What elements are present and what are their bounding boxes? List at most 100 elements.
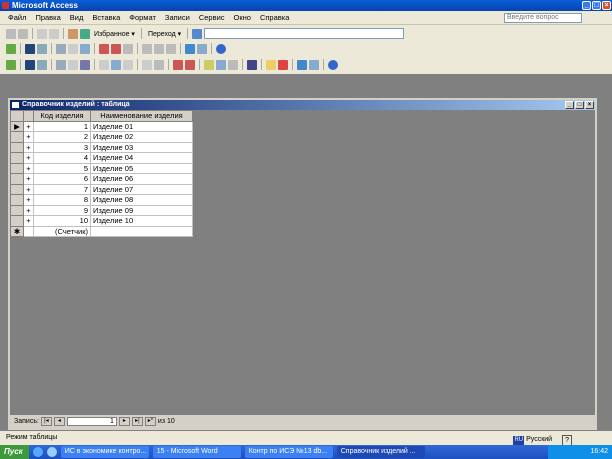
menu-tools[interactable]: Сервис [199,13,225,22]
database-window-icon[interactable] [185,43,195,54]
new-record-row[interactable]: ✱ (Счетчик) [10,225,193,237]
filter-by-selection-icon[interactable] [204,59,214,70]
maximize-button[interactable]: □ [592,1,601,10]
help-icon[interactable] [216,43,226,54]
cell-name[interactable]: Изделие 07 [90,183,193,195]
cell-name-new[interactable] [90,225,193,237]
expand-icon[interactable]: + [23,204,34,216]
menu-help[interactable]: Справка [260,13,289,22]
print-icon[interactable] [56,43,66,54]
cell-code[interactable]: 2 [33,131,91,143]
home-icon[interactable] [68,28,78,39]
expand-icon[interactable]: + [23,173,34,185]
print-icon[interactable] [56,59,66,70]
close-button[interactable]: × [602,1,611,10]
next-record-button[interactable]: ▸ [118,417,130,426]
save-icon[interactable] [25,43,35,54]
help-icon[interactable] [328,59,338,70]
child-minimize-button[interactable]: _ [565,101,574,109]
table-row[interactable]: +9 Изделие 09 [10,204,193,216]
table-row[interactable]: +8 Изделие 08 [10,194,193,206]
record-selector[interactable] [10,131,24,143]
task-table[interactable]: Справочник изделий ... [336,446,425,458]
expand-icon[interactable]: + [23,215,34,227]
expand-icon[interactable]: + [23,183,34,195]
task-word-2[interactable]: 15 - Microsoft Word [152,446,241,458]
search-icon[interactable] [80,28,90,39]
record-selector[interactable] [10,215,24,227]
cell-name[interactable]: Изделие 02 [90,131,193,143]
record-selector[interactable] [10,204,24,216]
cell-name[interactable]: Изделие 09 [90,204,193,216]
new-object-icon[interactable] [309,59,319,70]
record-selector[interactable] [10,162,24,174]
expand-icon[interactable]: + [23,194,34,206]
refresh-icon[interactable] [49,28,59,39]
goto-button[interactable]: Переход ▾ [146,30,183,38]
prev-record-button[interactable]: ◂ [53,417,65,426]
task-access-db[interactable]: Контр по ИСЭ №13 db... [244,446,333,458]
menu-view[interactable]: Вид [70,13,84,22]
sort-desc-icon[interactable] [111,43,121,54]
expand-icon[interactable]: + [23,141,34,153]
undo-icon[interactable] [142,59,152,70]
table-row[interactable]: +2 Изделие 02 [10,131,193,143]
record-selector[interactable] [10,173,24,185]
menu-format[interactable]: Формат [129,13,156,22]
menu-window[interactable]: Окно [234,13,251,22]
save-icon[interactable] [25,59,35,70]
cell-code[interactable]: 8 [33,194,91,206]
child-close-button[interactable]: × [585,101,594,109]
cell-code[interactable]: 1 [33,120,91,132]
last-record-button[interactable]: ▸| [131,417,143,426]
sort-asc-icon[interactable] [173,59,183,70]
properties-icon[interactable] [154,43,164,54]
expand-icon[interactable]: + [23,120,34,132]
address-input[interactable] [204,28,405,39]
filter-icon[interactable] [123,43,133,54]
cell-name[interactable]: Изделие 01 [90,120,193,132]
minimize-button[interactable]: _ [582,1,591,10]
sort-asc-icon[interactable] [99,43,109,54]
apply-filter-icon[interactable] [228,59,238,70]
cell-name[interactable]: Изделие 06 [90,173,193,185]
new-record-icon[interactable] [266,59,276,70]
insert-hyperlink-icon[interactable] [154,59,164,70]
cell-name[interactable]: Изделие 10 [90,215,193,227]
expand-icon[interactable]: + [23,131,34,143]
view-icon[interactable] [6,59,16,70]
table-row[interactable]: ▶ +1 Изделие 01 [10,120,193,132]
cell-code[interactable]: 10 [33,215,91,227]
table-row[interactable]: +7 Изделие 07 [10,183,193,195]
help-button[interactable]: ? [562,434,572,446]
cell-code[interactable]: 4 [33,152,91,164]
cell-name[interactable]: Изделие 08 [90,194,193,206]
column-header-code[interactable]: Код изделия [33,110,91,122]
percent-icon[interactable] [166,43,176,54]
delete-record-icon[interactable] [278,59,288,70]
menu-file[interactable]: Файл [8,13,26,22]
view-icon[interactable] [6,43,16,54]
preview-icon[interactable] [68,59,78,70]
language-code[interactable]: RU [513,435,525,445]
record-selector[interactable] [10,194,24,206]
new-object-icon[interactable] [197,43,207,54]
sort-desc-icon[interactable] [185,59,195,70]
first-record-button[interactable]: |◂ [40,417,52,426]
child-restore-button[interactable]: □ [575,101,584,109]
table-row[interactable]: +6 Изделие 06 [10,173,193,185]
record-selector[interactable]: ▶ [10,120,24,132]
expand-icon[interactable]: + [23,162,34,174]
preview-icon[interactable] [68,43,78,54]
new-record-button[interactable]: ▸* [144,417,156,426]
table-row[interactable]: +3 Изделие 03 [10,141,193,153]
cell-code[interactable]: 6 [33,173,91,185]
record-selector[interactable] [10,183,24,195]
record-number-input[interactable]: 1 [66,417,117,426]
spelling-icon[interactable] [80,59,90,70]
ask-question-input[interactable]: Введите вопрос [504,13,582,23]
table-row[interactable]: +4 Изделие 04 [10,152,193,164]
menu-edit[interactable]: Правка [35,13,60,22]
column-header-name[interactable]: Наименование изделия [90,110,193,122]
select-all-corner[interactable] [10,110,24,122]
